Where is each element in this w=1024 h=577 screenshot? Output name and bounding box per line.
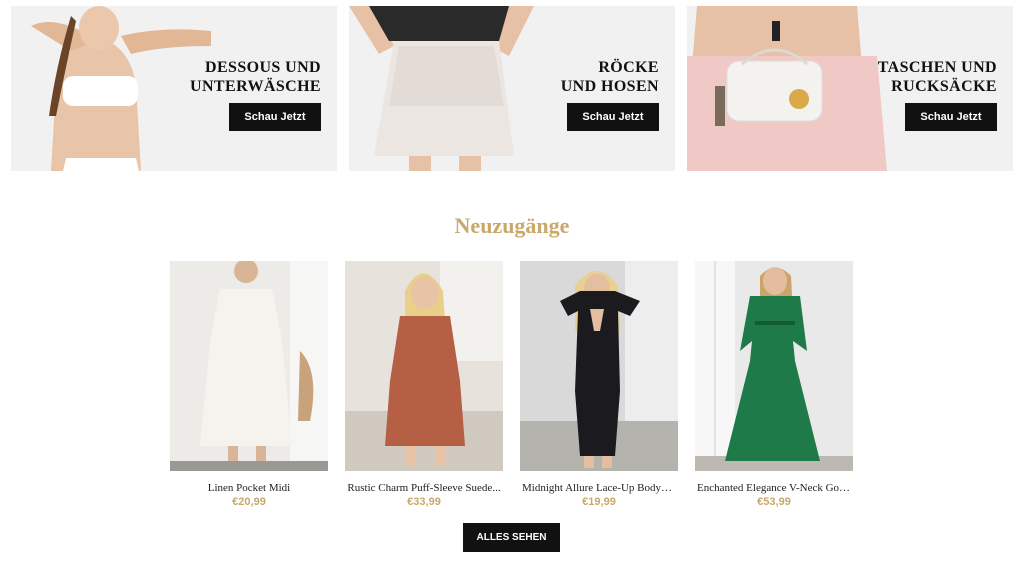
product-price: €19,99 xyxy=(582,496,616,508)
shop-now-button-lingerie[interactable]: Schau Jetzt xyxy=(229,103,321,131)
product-name[interactable]: Linen Pocket Midi xyxy=(170,482,328,494)
shop-now-button-skirts-pants[interactable]: Schau Jetzt xyxy=(567,103,659,131)
banner-title-line: RÖCKE xyxy=(598,59,659,76)
product-image[interactable] xyxy=(695,261,853,471)
shop-now-button-bags-backpacks[interactable]: Schau Jetzt xyxy=(905,103,997,131)
banner-title-line: DESSOUS UND xyxy=(205,59,321,76)
product-card[interactable]: Linen Pocket Midi €20,99 xyxy=(170,259,328,508)
banner-bags-backpacks-title: TASCHEN UND RUCKSÄCKE xyxy=(878,58,997,96)
new-arrivals-title: Neuzugänge xyxy=(454,213,570,238)
product-card[interactable]: Rustic Charm Puff-Sleeve Suede... €33,99 xyxy=(345,261,503,508)
product-price: €53,99 xyxy=(757,496,791,508)
banner-lingerie[interactable]: DESSOUS UND UNTERWÄSCHE Schau Jetzt xyxy=(11,6,337,171)
see-all-button[interactable]: ALLES SEHEN xyxy=(463,523,560,552)
product-card[interactable]: Midnight Allure Lace-Up Bodyco... €19,99 xyxy=(520,261,678,508)
banner-title-line: RUCKSÄCKE xyxy=(891,78,997,95)
banner-title-line: UNTERWÄSCHE xyxy=(190,78,321,95)
banner-bags-backpacks[interactable]: TASCHEN UND RUCKSÄCKE Schau Jetzt xyxy=(687,6,1013,171)
product-image[interactable] xyxy=(345,261,503,471)
banner-lingerie-title: DESSOUS UND UNTERWÄSCHE xyxy=(190,58,321,96)
product-image[interactable] xyxy=(170,259,328,471)
banner-title-line: UND HOSEN xyxy=(560,78,659,95)
product-name[interactable]: Midnight Allure Lace-Up Bodyco... xyxy=(520,482,678,494)
banner-bags-backpacks-image xyxy=(687,6,887,171)
product-card[interactable]: Enchanted Elegance V-Neck Gown €53,99 xyxy=(695,261,853,508)
product-name[interactable]: Rustic Charm Puff-Sleeve Suede... xyxy=(345,482,503,494)
banner-skirts-pants-image xyxy=(349,6,549,171)
product-image[interactable] xyxy=(520,261,678,471)
banner-title-line: TASCHEN UND xyxy=(877,59,997,76)
product-name[interactable]: Enchanted Elegance V-Neck Gown xyxy=(695,482,853,494)
banner-skirts-pants[interactable]: RÖCKE UND HOSEN Schau Jetzt xyxy=(349,6,675,171)
banner-skirts-pants-title: RÖCKE UND HOSEN xyxy=(561,58,659,96)
banner-lingerie-image xyxy=(11,6,211,171)
product-price: €20,99 xyxy=(232,496,266,508)
product-price: €33,99 xyxy=(407,496,441,508)
